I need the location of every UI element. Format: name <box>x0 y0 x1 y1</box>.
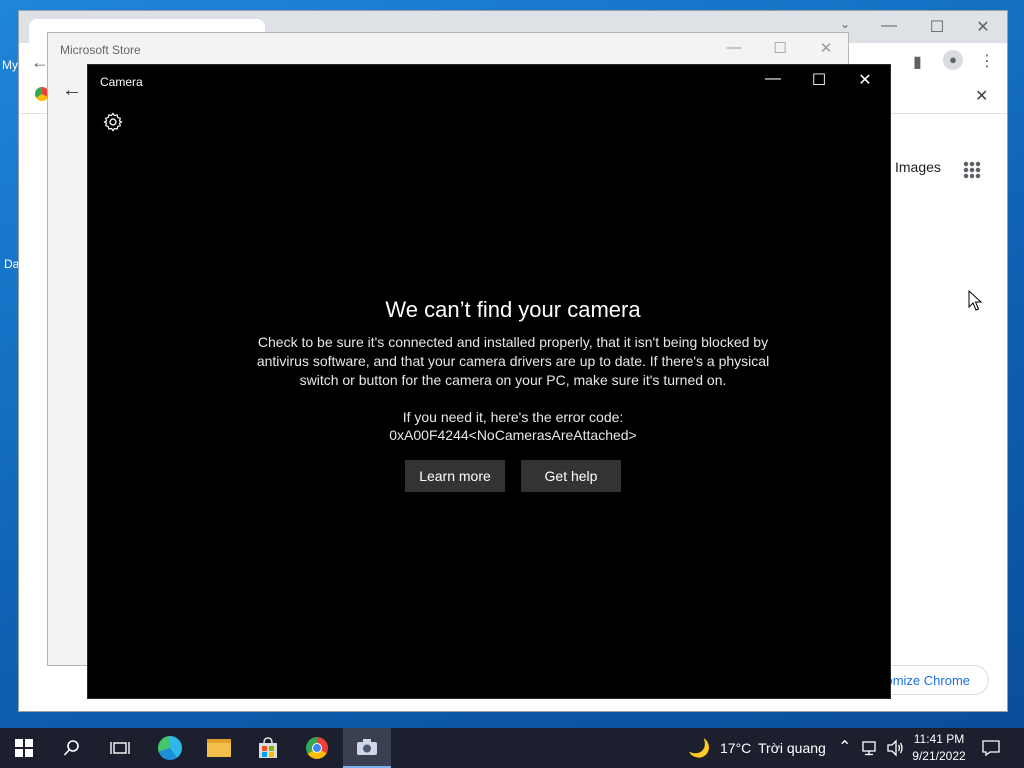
chrome-minimize-button[interactable]: — <box>879 17 899 35</box>
folder-icon <box>207 739 231 757</box>
search-button[interactable] <box>48 728 96 768</box>
edge-icon <box>158 736 182 760</box>
images-link[interactable]: Images <box>895 159 941 175</box>
volume-icon[interactable] <box>886 739 904 757</box>
error-description: Check to be sure it's connected and inst… <box>256 334 770 388</box>
search-icon <box>63 740 79 756</box>
error-code: 0xA00F4244<NoCamerasAreAttached> <box>389 427 637 443</box>
store-minimize-button[interactable]: — <box>724 39 744 56</box>
camera-close-button[interactable]: ✕ <box>851 70 879 90</box>
taskbar-chrome[interactable] <box>293 728 341 768</box>
taskbar-camera[interactable] <box>343 728 391 768</box>
get-help-button[interactable]: Get help <box>521 460 621 492</box>
desktop-icon-label[interactable]: My <box>2 58 18 72</box>
mouse-cursor-icon <box>968 290 983 311</box>
task-view-icon <box>110 742 130 754</box>
camera-window: Camera — ☐ ✕ We can’t find your camera C… <box>87 64 891 699</box>
error-code-intro: If you need it, here's the error code: <box>402 409 624 425</box>
camera-error-panel: We can’t find your camera Check to be su… <box>238 297 788 492</box>
chrome-maximize-button[interactable]: ☐ <box>927 17 947 37</box>
taskbar-edge[interactable] <box>146 728 194 768</box>
camera-maximize-button[interactable]: ☐ <box>805 70 833 90</box>
close-infobar-icon[interactable]: ✕ <box>975 86 988 106</box>
windows-logo-icon <box>15 739 33 757</box>
task-view-button[interactable] <box>96 728 144 768</box>
chrome-icon <box>306 737 328 759</box>
taskbar-file-explorer[interactable] <box>195 728 243 768</box>
store-close-button[interactable]: ✕ <box>816 39 836 57</box>
clock-time[interactable]: 11:41 PM <box>906 732 972 746</box>
camera-app-icon <box>357 739 377 755</box>
learn-more-button[interactable]: Learn more <box>405 460 505 492</box>
show-hidden-icons-chevron-icon[interactable]: ⌃ <box>838 737 851 757</box>
chrome-close-button[interactable]: ✕ <box>973 17 993 37</box>
clock-date[interactable]: 9/21/2022 <box>906 749 972 763</box>
camera-title: Camera <box>100 75 143 89</box>
error-heading: We can’t find your camera <box>385 297 641 322</box>
network-icon[interactable] <box>862 740 880 756</box>
taskbar: 🌙 17°C Trời quang ⌃ 11:41 PM 9/21/2022 <box>0 728 1024 768</box>
store-title: Microsoft Store <box>60 43 141 57</box>
menu-kebab-icon[interactable]: ⋮ <box>979 51 995 71</box>
store-maximize-button[interactable]: ☐ <box>770 39 790 57</box>
start-button[interactable] <box>0 728 48 768</box>
side-panel-icon[interactable]: ▮ <box>913 52 922 72</box>
camera-minimize-button[interactable]: — <box>759 70 787 88</box>
profile-icon[interactable]: ● <box>943 50 963 70</box>
back-arrow-icon[interactable]: ← <box>62 79 82 102</box>
weather-moon-icon[interactable]: 🌙 <box>688 738 710 759</box>
store-bag-icon <box>259 737 277 758</box>
tab-search-icon[interactable]: ⌄ <box>835 17 855 31</box>
weather-description[interactable]: Trời quang <box>758 740 826 756</box>
settings-gear-icon[interactable] <box>102 111 124 133</box>
notification-icon[interactable] <box>982 739 1000 757</box>
google-apps-icon[interactable] <box>963 161 981 179</box>
weather-temperature[interactable]: 17°C <box>720 740 751 756</box>
taskbar-store[interactable] <box>244 728 292 768</box>
